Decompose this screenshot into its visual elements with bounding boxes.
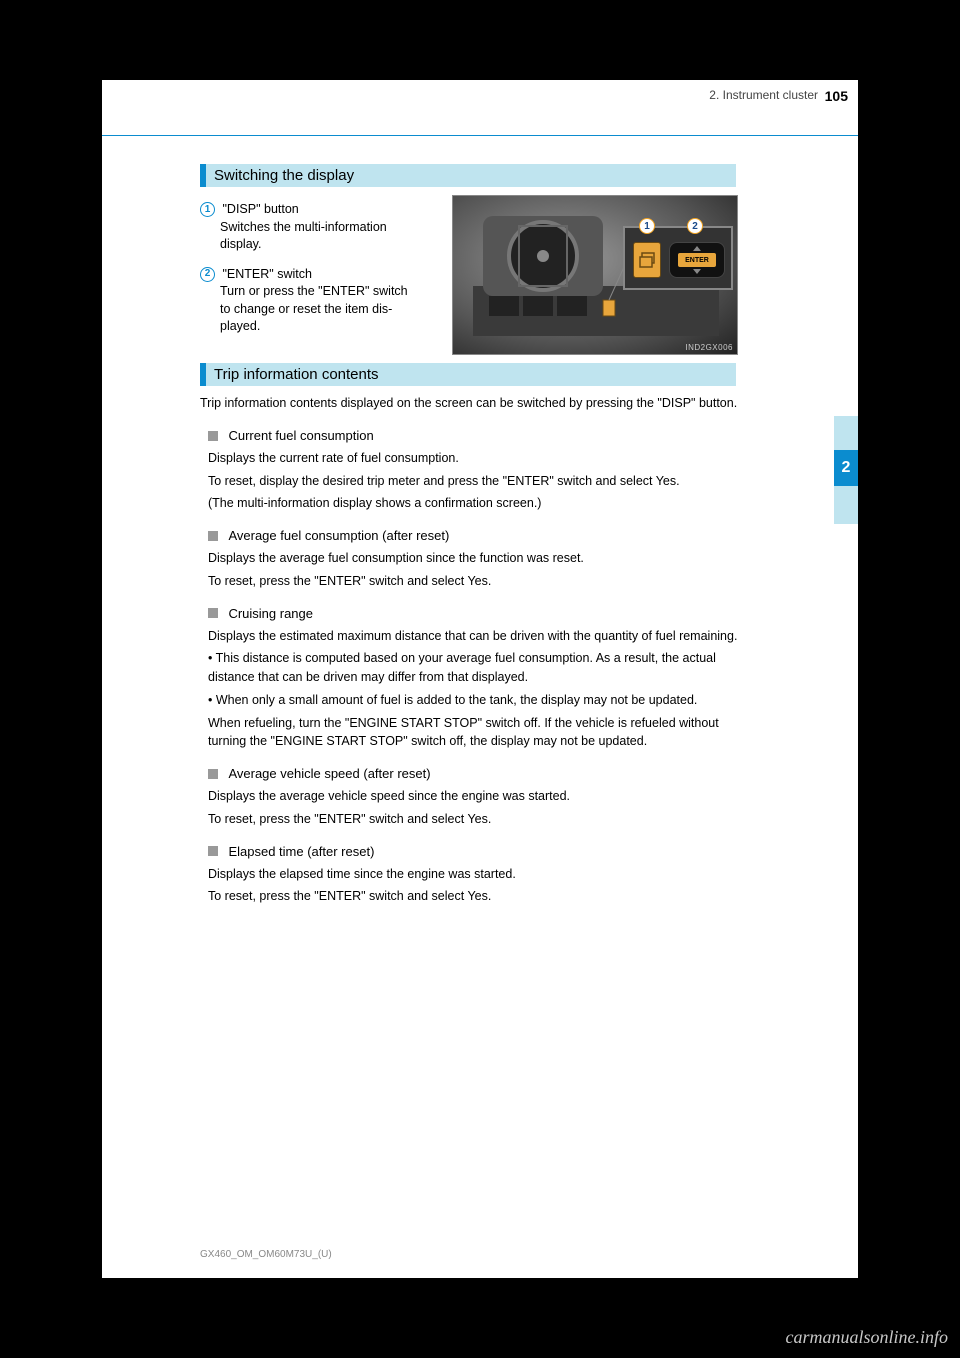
item1-title: "DISP" button [222, 202, 298, 216]
item2-line4: played. [220, 318, 440, 336]
inset-callout-2: 2 [687, 218, 703, 234]
sub-title-1: Average fuel consumption (after reset) [228, 528, 449, 543]
sub-body-3a: Displays the average vehicle speed since… [208, 787, 740, 806]
sub-title-3: Average vehicle speed (after reset) [228, 766, 430, 781]
disp-button-icon [633, 242, 661, 278]
sub-body-2b: • This distance is computed based on you… [208, 649, 740, 687]
sub-body-1b: To reset, press the "ENTER" switch and s… [208, 572, 740, 591]
square-bullet-icon [208, 431, 218, 441]
page-number: 105 [825, 88, 848, 104]
breadcrumb: 2. Instrument cluster [709, 88, 818, 102]
sub-body-4b: To reset, press the "ENTER" switch and s… [208, 887, 740, 906]
enter-switch-icon: ENTER [669, 242, 725, 278]
row-switching: 1 "DISP" button Switches the multi-infor… [200, 195, 740, 355]
sub-item-1: Average fuel consumption (after reset) D… [208, 527, 740, 591]
sub-body-0c: (The multi-information display shows a c… [208, 494, 740, 513]
sub-item-4: Elapsed time (after reset) Displays the … [208, 843, 740, 907]
section-bar-switching: Switching the display [200, 164, 736, 187]
sub-item-0: Current fuel consumption Displays the cu… [208, 427, 740, 513]
dash-inset: 1 2 ENTER [623, 226, 733, 290]
sub-title-4: Elapsed time (after reset) [228, 844, 374, 859]
item1-line2: Switches the multi-information [220, 219, 440, 237]
square-bullet-icon [208, 531, 218, 541]
tripinfo-intro: Trip information contents displayed on t… [200, 394, 740, 413]
item1-line3: display. [220, 236, 440, 254]
side-tab-top [834, 416, 858, 450]
sub-body-1a: Displays the average fuel consumption si… [208, 549, 740, 568]
side-tab: 2 [834, 416, 858, 524]
inset-callout-1: 1 [639, 218, 655, 234]
sub-body-3b: To reset, press the "ENTER" switch and s… [208, 810, 740, 829]
sub-body-2c: • When only a small amount of fuel is ad… [208, 691, 740, 710]
square-bullet-icon [208, 608, 218, 618]
item2-line3: to change or reset the item dis- [220, 301, 440, 319]
dashboard-illustration: 1 2 ENTER IND2GX006 [452, 195, 738, 355]
footer-code: GX460_OM_OM60M73U_(U) [200, 1249, 332, 1260]
square-bullet-icon [208, 769, 218, 779]
sub-title-0: Current fuel consumption [228, 428, 373, 443]
sub-body-2a: Displays the estimated maximum distance … [208, 627, 740, 646]
item2-line2: Turn or press the "ENTER" switch [220, 283, 440, 301]
sub-body-4a: Displays the elapsed time since the engi… [208, 865, 740, 884]
sub-body-0b: To reset, display the desired trip meter… [208, 472, 740, 491]
square-bullet-icon [208, 846, 218, 856]
sub-title-2: Cruising range [228, 606, 313, 621]
callout-1-icon: 1 [200, 202, 215, 217]
section-bar-tripinfo: Trip information contents [200, 363, 736, 386]
callout-2-icon: 2 [200, 267, 215, 282]
image-code: IND2GX006 [685, 343, 733, 352]
col-image: 1 2 ENTER IND2GX006 [452, 195, 738, 355]
sub-body-2d: When refueling, turn the "ENGINE START S… [208, 714, 740, 752]
col-text: 1 "DISP" button Switches the multi-infor… [200, 195, 440, 355]
content: Switching the display 1 "DISP" button Sw… [200, 164, 740, 906]
sub-item-2: Cruising range Displays the estimated ma… [208, 605, 740, 752]
header-rule [102, 135, 858, 136]
enter-label: ENTER [678, 253, 716, 267]
side-tab-bottom [834, 486, 858, 524]
page-outer: 105 2. Instrument cluster 2 Switching th… [0, 0, 960, 1358]
side-tab-chapter: 2 [834, 450, 858, 486]
page-inner: 105 2. Instrument cluster 2 Switching th… [102, 80, 858, 1278]
sub-body-0a: Displays the current rate of fuel consum… [208, 449, 740, 468]
sub-item-3: Average vehicle speed (after reset) Disp… [208, 765, 740, 829]
watermark: carmanualsonline.info [786, 1327, 949, 1348]
item2-title: "ENTER" switch [222, 267, 311, 281]
